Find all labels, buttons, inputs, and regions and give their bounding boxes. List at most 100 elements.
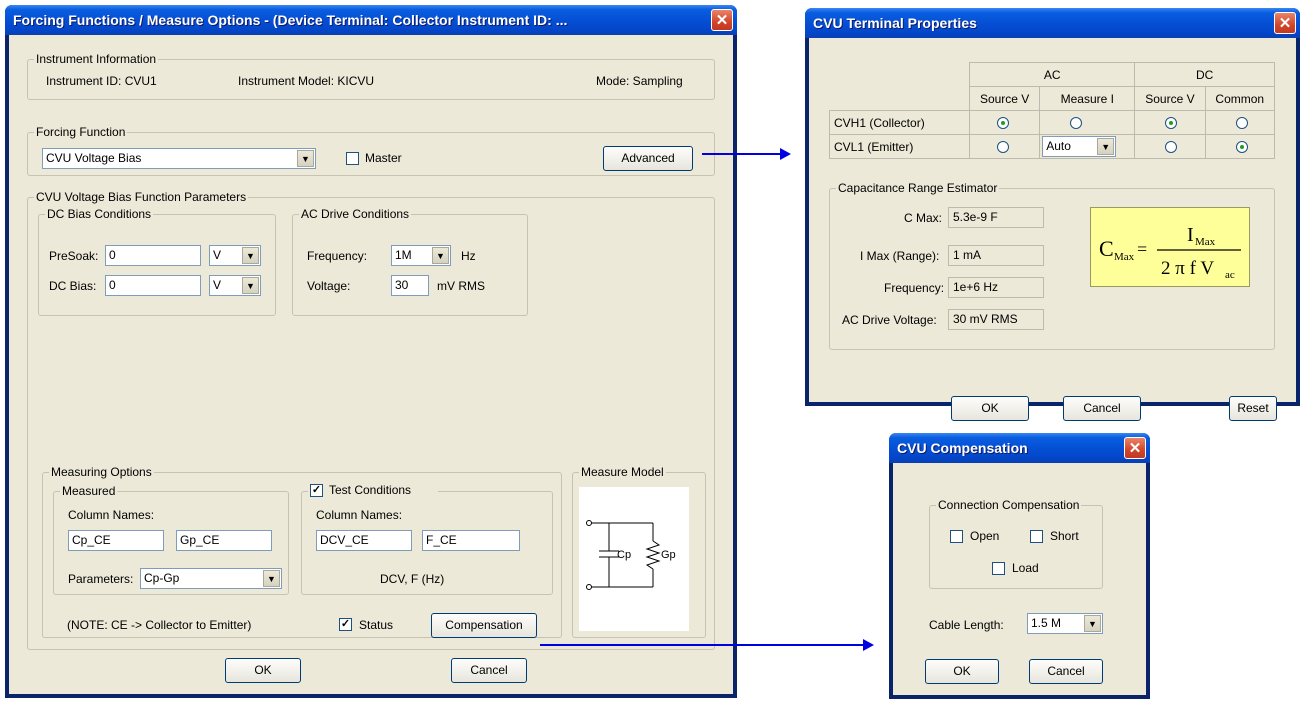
chevron-down-icon[interactable]: ▼ bbox=[242, 247, 259, 264]
open-checkbox[interactable] bbox=[950, 530, 963, 543]
measured-title: Measured bbox=[60, 484, 118, 498]
chevron-down-icon[interactable]: ▼ bbox=[1084, 615, 1101, 632]
cable-length-value: 1.5 M bbox=[1031, 616, 1062, 630]
table-row: CVH1 (Collector) bbox=[829, 110, 1276, 135]
main-ok-button[interactable]: OK bbox=[225, 658, 301, 683]
cable-length-select[interactable]: 1.5 M ▼ bbox=[1027, 613, 1103, 634]
freq-label: Frequency: bbox=[884, 281, 945, 295]
chevron-down-icon[interactable]: ▼ bbox=[242, 277, 259, 294]
advanced-button[interactable]: Advanced bbox=[603, 146, 693, 171]
presoak-input[interactable]: 0 bbox=[105, 245, 201, 266]
function-parameters-title: CVU Voltage Bias Function Parameters bbox=[34, 190, 249, 204]
dc-common-header: Common bbox=[1204, 86, 1276, 111]
measure-i-select[interactable]: Auto ▼ bbox=[1042, 136, 1117, 157]
dc-bias-title: DC Bias Conditions bbox=[45, 207, 154, 221]
dcbias-unit-select[interactable]: V ▼ bbox=[209, 275, 261, 296]
dc-header: DC bbox=[1134, 62, 1275, 87]
cvl1-ac-source-v-radio[interactable] bbox=[997, 141, 1009, 153]
measured-col1-input[interactable]: Cp_CE bbox=[68, 530, 164, 551]
dcbias-input[interactable]: 0 bbox=[105, 275, 201, 296]
imax-label: I Max (Range): bbox=[860, 249, 940, 263]
dcbias-label: DC Bias: bbox=[49, 279, 97, 293]
compensation-titlebar[interactable]: CVU Compensation ✕ bbox=[889, 433, 1150, 463]
test-col1-input[interactable]: DCV_CE bbox=[316, 530, 412, 551]
compensation-arrow-line bbox=[540, 644, 865, 646]
cvh1-dc-source-v-radio[interactable] bbox=[1165, 117, 1178, 129]
terminal-properties-dialog: CVU Terminal Properties ✕ AC DC Source V… bbox=[805, 8, 1300, 421]
parameters-value: Cp-Gp bbox=[144, 571, 180, 585]
gp-label: Gp bbox=[661, 549, 676, 561]
terminal-client: AC DC Source V Measure I Source V Common… bbox=[809, 38, 1296, 421]
close-icon[interactable]: ✕ bbox=[1124, 437, 1146, 459]
connection-compensation-group: Connection Compensation Open Short Load bbox=[929, 498, 1103, 589]
freq-value: 1e+6 Hz bbox=[948, 277, 1044, 298]
measure-model-group: Measure Model Cp Gp bbox=[572, 465, 706, 638]
test-conditions-checkbox[interactable]: ✓ bbox=[310, 484, 323, 497]
terminal-ok-button[interactable]: OK bbox=[951, 396, 1029, 421]
frequency-unit: Hz bbox=[461, 249, 476, 263]
close-icon[interactable]: ✕ bbox=[1274, 12, 1296, 34]
cmax-formula-graphic: C Max = I Max 2 π f V ac bbox=[1099, 224, 1241, 281]
cp-label: Cp bbox=[617, 549, 632, 561]
cvh1-ac-measure-i-radio[interactable] bbox=[1070, 117, 1083, 129]
main-titlebar[interactable]: Forcing Functions / Measure Options - (D… bbox=[5, 5, 737, 35]
main-cancel-button[interactable]: Cancel bbox=[451, 658, 527, 683]
acv-value: 30 mV RMS bbox=[948, 309, 1044, 330]
chevron-down-icon[interactable]: ▼ bbox=[297, 150, 314, 167]
table-row: CVL1 (Emitter) Auto ▼ bbox=[829, 134, 1276, 159]
forcing-function-select[interactable]: CVU Voltage Bias ▼ bbox=[42, 148, 316, 169]
test-conditions-group: ✓ Test Conditions Column Names: DCV_CE F… bbox=[301, 483, 553, 595]
status-checkbox[interactable]: ✓ bbox=[339, 618, 352, 631]
terminal-cancel-button[interactable]: Cancel bbox=[1063, 396, 1141, 421]
row-label-collector: CVH1 (Collector) bbox=[829, 110, 970, 135]
master-label: Master bbox=[365, 151, 402, 165]
cvh1-ac-source-v-radio[interactable] bbox=[997, 117, 1009, 129]
imax-value: 1 mA bbox=[948, 245, 1044, 266]
compensation-dialog: CVU Compensation ✕ Connection Compensati… bbox=[889, 433, 1150, 699]
compensation-title: CVU Compensation bbox=[897, 440, 1028, 456]
forcing-function-title: Forcing Function bbox=[34, 125, 128, 139]
advanced-arrow-head bbox=[780, 148, 791, 160]
close-icon[interactable]: ✕ bbox=[711, 9, 733, 31]
forcing-function-value: CVU Voltage Bias bbox=[46, 151, 142, 165]
terminal-reset-button[interactable]: Reset bbox=[1229, 396, 1277, 421]
parameters-label: Parameters: bbox=[68, 572, 134, 586]
svg-text:I: I bbox=[1187, 224, 1194, 246]
terminal-titlebar[interactable]: CVU Terminal Properties ✕ bbox=[805, 8, 1300, 38]
cvl1-dc-common-radio[interactable] bbox=[1235, 141, 1248, 153]
ac-drive-group: AC Drive Conditions Frequency: 1M ▼ Hz V… bbox=[292, 207, 528, 316]
master-checkbox[interactable] bbox=[346, 152, 359, 165]
terminal-title: CVU Terminal Properties bbox=[813, 15, 977, 31]
measured-col2-input[interactable]: Gp_CE bbox=[176, 530, 272, 551]
measure-i-value: Auto bbox=[1046, 139, 1071, 153]
row-label-emitter: CVL1 (Emitter) bbox=[829, 134, 970, 159]
ac-source-v-header: Source V bbox=[968, 86, 1041, 111]
test-col2-input[interactable]: F_CE bbox=[422, 530, 520, 551]
compensation-button[interactable]: Compensation bbox=[431, 613, 537, 638]
main-title: Forcing Functions / Measure Options - (D… bbox=[13, 12, 568, 28]
compensation-client: Connection Compensation Open Short Load … bbox=[893, 463, 1146, 695]
ac-measure-i-header: Measure I bbox=[1039, 86, 1136, 111]
short-checkbox[interactable] bbox=[1030, 530, 1043, 543]
svg-text:Max: Max bbox=[1114, 251, 1135, 263]
frequency-select[interactable]: 1M ▼ bbox=[391, 245, 451, 266]
cvh1-dc-common-radio[interactable] bbox=[1235, 117, 1248, 129]
capacitance-estimator-title: Capacitance Range Estimator bbox=[836, 181, 1000, 195]
chevron-down-icon[interactable]: ▼ bbox=[432, 247, 449, 264]
parameters-select[interactable]: Cp-Gp ▼ bbox=[140, 568, 282, 589]
compensation-ok-button[interactable]: OK bbox=[925, 659, 999, 684]
voltage-input[interactable]: 30 bbox=[391, 275, 429, 296]
cmax-value: 5.3e-9 F bbox=[948, 207, 1044, 228]
compensation-cancel-button[interactable]: Cancel bbox=[1029, 659, 1103, 684]
presoak-unit-select[interactable]: V ▼ bbox=[209, 245, 261, 266]
chevron-down-icon[interactable]: ▼ bbox=[1097, 138, 1115, 155]
cvl1-dc-source-v-radio[interactable] bbox=[1165, 141, 1178, 153]
test-conditions-label: Test Conditions bbox=[329, 483, 412, 497]
load-checkbox[interactable] bbox=[992, 562, 1005, 575]
svg-text:ac: ac bbox=[1225, 269, 1235, 281]
instrument-info-title: Instrument Information bbox=[34, 52, 159, 66]
chevron-down-icon[interactable]: ▼ bbox=[263, 570, 280, 587]
presoak-label: PreSoak: bbox=[49, 249, 99, 263]
load-label: Load bbox=[1012, 561, 1039, 575]
function-parameters-group: CVU Voltage Bias Function Parameters DC … bbox=[27, 190, 715, 650]
